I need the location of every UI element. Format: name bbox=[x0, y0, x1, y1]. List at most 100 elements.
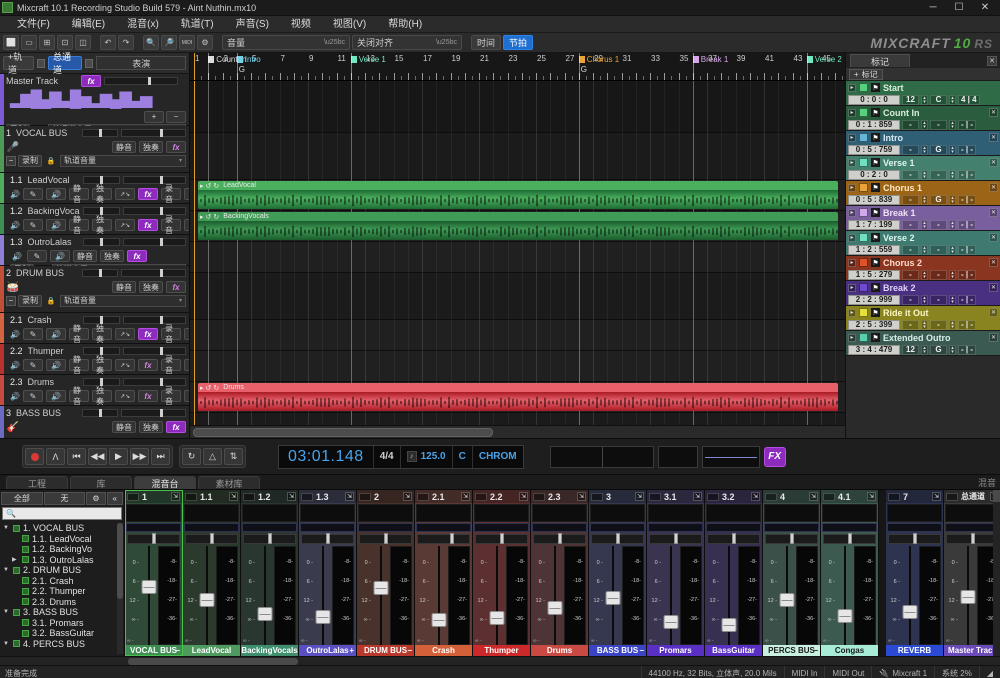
strip-expand-button[interactable]: ⇲ bbox=[171, 492, 180, 501]
strip-name[interactable]: PERCS BUS− bbox=[763, 645, 820, 656]
track-edit-button[interactable]: ✎ bbox=[27, 250, 47, 262]
strip-sends[interactable] bbox=[945, 523, 1000, 532]
pan-handle[interactable] bbox=[500, 533, 504, 544]
fader-handle[interactable] bbox=[200, 593, 215, 607]
track-collapse-button[interactable]: − bbox=[6, 156, 16, 166]
strip-inserts[interactable] bbox=[242, 504, 297, 522]
track-pan-slider[interactable] bbox=[82, 269, 119, 277]
time-mode-button[interactable]: 时间 bbox=[471, 35, 501, 50]
fader-handle[interactable] bbox=[838, 609, 853, 623]
strip-inserts[interactable] bbox=[300, 504, 355, 522]
timeline-ruler[interactable]: 1357911131517192123252729313335373941434… bbox=[190, 53, 845, 81]
mixer-search-input[interactable]: 🔍 bbox=[2, 507, 122, 520]
fastforward-button[interactable]: ▶▶ bbox=[130, 448, 149, 465]
marker-color-swatch[interactable] bbox=[859, 333, 868, 342]
tempo-spinner[interactable]: ▴▾ bbox=[921, 345, 928, 355]
tempo-spinner[interactable]: ▴▾ bbox=[921, 145, 928, 155]
strip-enable-checkbox[interactable] bbox=[888, 493, 900, 501]
marker-time[interactable]: 0 : 0 : 0 bbox=[848, 95, 900, 105]
fader-track[interactable] bbox=[315, 546, 331, 645]
track-header[interactable]: 3BASS BUS🎸静音独奏fx bbox=[0, 406, 189, 438]
track-mute-button[interactable]: 静音 bbox=[112, 281, 136, 293]
strip-pan-slider[interactable] bbox=[127, 534, 180, 544]
marker-tempo[interactable]: - bbox=[902, 145, 919, 155]
strip-sends[interactable] bbox=[706, 523, 761, 532]
marker-tempo[interactable]: - bbox=[902, 170, 919, 180]
tempo-spinner[interactable]: ▴▾ bbox=[921, 170, 928, 180]
delete-marker-button[interactable]: ✕ bbox=[989, 333, 998, 342]
strip-pan-slider[interactable] bbox=[888, 534, 941, 544]
strip-expand-toggle[interactable]: − bbox=[813, 646, 818, 655]
track-header[interactable]: 1.1LeadVocal🔊✎🔊静音独奏↗↘fx录音▾ bbox=[0, 173, 189, 204]
strip-pan-slider[interactable] bbox=[185, 534, 238, 544]
strip-inserts[interactable] bbox=[822, 504, 877, 522]
master-volume-slider[interactable] bbox=[702, 446, 760, 468]
mixer-strip[interactable]: 4.1⇲0 -6 -12 -∞ --8--18--27--36-∞ -Conga… bbox=[821, 490, 879, 656]
strip-expand-button[interactable]: ⇲ bbox=[229, 492, 238, 501]
key-spinner[interactable]: ▴▾ bbox=[949, 195, 956, 205]
strip-expand-button[interactable]: ⇲ bbox=[461, 492, 470, 501]
mixer-tree-item[interactable]: 2.1. Crash bbox=[0, 576, 124, 587]
collapse-icon[interactable]: « bbox=[107, 492, 123, 505]
track-volume-slider[interactable] bbox=[123, 347, 186, 355]
track-fx-button[interactable]: fx bbox=[166, 141, 186, 153]
tempo-spinner[interactable]: ▴▾ bbox=[921, 95, 928, 105]
track-mute-button[interactable]: 静音 bbox=[73, 250, 97, 262]
marker-time[interactable]: 2 : 5 : 399 bbox=[848, 320, 900, 330]
loop-button[interactable]: ↻ bbox=[182, 448, 201, 465]
clip-loop-icon[interactable]: ↺ bbox=[206, 213, 212, 221]
menu-item-3[interactable]: 轨道(T) bbox=[170, 16, 225, 33]
rewind-start-button[interactable]: ⏮ bbox=[67, 448, 86, 465]
tuning-display[interactable]: CHROM bbox=[472, 446, 523, 468]
strip-name[interactable]: LeadVocal bbox=[183, 645, 240, 656]
maximize-button[interactable]: ☐ bbox=[946, 0, 972, 16]
mixer-tree-scrollbar[interactable] bbox=[117, 523, 123, 654]
gear-icon[interactable]: ⚙ bbox=[86, 492, 105, 505]
strip-inserts[interactable] bbox=[184, 504, 239, 522]
pan-handle[interactable] bbox=[790, 533, 794, 544]
pan-handle[interactable] bbox=[848, 533, 852, 544]
add-marker-button[interactable]: + 标记 bbox=[849, 69, 883, 80]
strip-sends[interactable] bbox=[126, 523, 181, 532]
fader-track[interactable] bbox=[837, 546, 853, 645]
marker-time[interactable]: 1 : 2 : 559 bbox=[848, 245, 900, 255]
marker-timesig[interactable]: 4 | 4 bbox=[958, 95, 980, 105]
close-button[interactable]: ✕ bbox=[972, 0, 998, 16]
strip-enable-checkbox[interactable] bbox=[533, 493, 545, 501]
marker-tempo[interactable]: - bbox=[902, 295, 919, 305]
timeline-hscrollbar[interactable] bbox=[190, 425, 845, 438]
track-fx-button[interactable]: fx bbox=[138, 359, 158, 371]
close-icon[interactable]: ✕ bbox=[987, 56, 997, 66]
pan-handle[interactable] bbox=[326, 533, 330, 544]
marker-timesig[interactable]: - | - bbox=[958, 270, 976, 280]
save-icon[interactable]: ⊞ bbox=[39, 35, 55, 50]
track-solo-button[interactable]: 独奏 bbox=[92, 188, 112, 200]
strip-pan-slider[interactable] bbox=[649, 534, 702, 544]
mixer-strip[interactable]: 2⇲0 -6 -12 -∞ --8--18--27--36-∞ -DRUM BU… bbox=[357, 490, 415, 656]
marker-color-swatch[interactable] bbox=[859, 83, 868, 92]
marker-tempo[interactable]: - bbox=[902, 120, 919, 130]
key-spinner[interactable]: ▴▾ bbox=[949, 270, 956, 280]
strip-pan-slider[interactable] bbox=[417, 534, 470, 544]
mixer-tree-item[interactable]: 2.2. Thumper bbox=[0, 586, 124, 597]
saveas-icon[interactable]: ⊡ bbox=[57, 35, 73, 50]
track-view-toggle[interactable] bbox=[37, 59, 45, 68]
clip-play-icon[interactable]: ▸ bbox=[200, 384, 204, 392]
marker-key[interactable]: G bbox=[930, 195, 947, 205]
menu-item-5[interactable]: 视频 bbox=[280, 16, 322, 33]
strip-inserts[interactable] bbox=[532, 504, 587, 522]
tab-2[interactable]: 混音台 bbox=[134, 476, 196, 489]
clip-loop-icon[interactable]: ↺ bbox=[206, 182, 212, 190]
strip-enable-checkbox[interactable] bbox=[765, 493, 777, 501]
fader-handle[interactable] bbox=[548, 601, 563, 615]
fader-handle[interactable] bbox=[903, 605, 918, 619]
strip-enable-checkbox[interactable] bbox=[417, 493, 429, 501]
track-header[interactable]: 2.3Drums🔊✎🔊静音独奏↗↘fx录音▾ bbox=[0, 375, 189, 406]
track-menu-button[interactable]: ▾ bbox=[184, 219, 189, 231]
fader-track[interactable] bbox=[605, 546, 621, 645]
track-mute-button[interactable]: 静音 bbox=[69, 328, 89, 340]
strip-expand-toggle[interactable]: + bbox=[349, 646, 354, 655]
mixer-filter-1[interactable]: 无 bbox=[44, 492, 86, 505]
strip-inserts[interactable] bbox=[945, 504, 1000, 522]
performance-panel-button[interactable]: 表演 bbox=[96, 56, 186, 70]
